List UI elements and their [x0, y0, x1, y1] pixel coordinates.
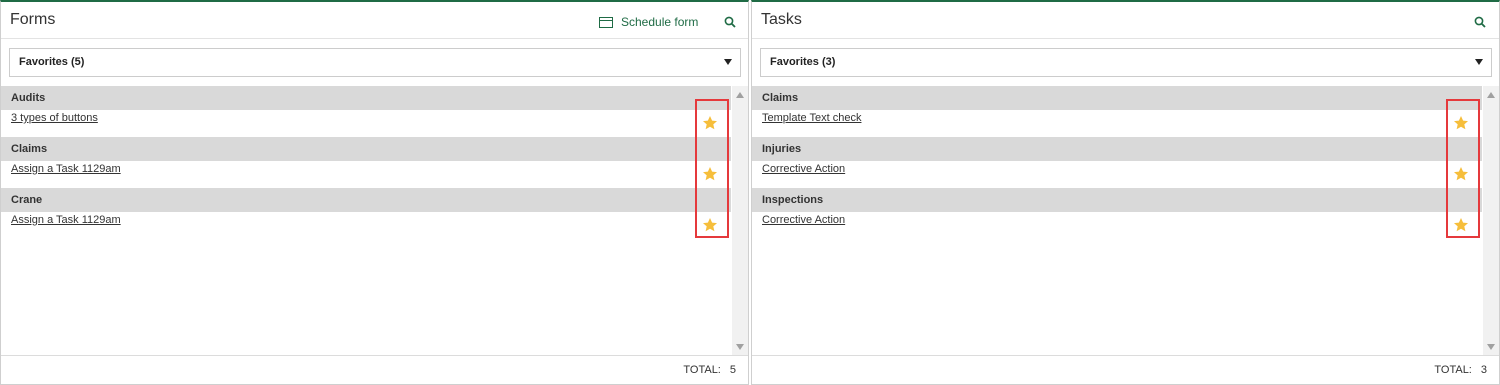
forms-scrollbar[interactable] [732, 86, 748, 356]
total-label: TOTAL: [1434, 364, 1472, 376]
schedule-form-label: Schedule form [621, 15, 699, 29]
tasks-panel-title: Tasks [761, 11, 802, 28]
tasks-footer: TOTAL: 3 [752, 355, 1499, 384]
scroll-up-icon[interactable] [1487, 92, 1495, 98]
forms-panel: Forms Schedule form Favorites (5) Audits… [0, 0, 749, 385]
search-icon[interactable] [724, 16, 736, 28]
tasks-list: Claims Template Text check Injuries Corr… [752, 86, 1499, 356]
item-link[interactable]: 3 types of buttons [11, 112, 98, 124]
forms-list: Audits 3 types of buttons Claims Assign … [1, 86, 748, 356]
scroll-up-icon[interactable] [736, 92, 744, 98]
tasks-panel: Tasks Favorites (3) Claims Template Text… [751, 0, 1500, 385]
forms-panel-header: Forms Schedule form [1, 2, 748, 39]
tasks-dropdown-label: Favorites (3) [770, 56, 836, 68]
group-header: Inspections [752, 188, 1482, 212]
caret-down-icon [1475, 59, 1483, 65]
schedule-form-button[interactable]: Schedule form [599, 15, 698, 29]
forms-dropdown-label: Favorites (5) [19, 56, 85, 68]
tasks-scrollbar[interactable] [1483, 86, 1499, 356]
star-icon[interactable] [1453, 115, 1469, 131]
caret-down-icon [724, 59, 732, 65]
forms-favorites-dropdown[interactable]: Favorites (5) [9, 48, 741, 77]
star-icon[interactable] [702, 115, 718, 131]
scroll-down-icon[interactable] [1487, 344, 1495, 350]
star-icon[interactable] [1453, 217, 1469, 233]
search-icon[interactable] [1474, 16, 1486, 28]
list-item: Assign a Task 1129am [1, 212, 731, 239]
list-item: Corrective Action [752, 161, 1482, 188]
group-header: Crane [1, 188, 731, 212]
group-header: Audits [1, 86, 731, 110]
tasks-total: TOTAL: 3 [1434, 364, 1487, 376]
calendar-icon [599, 17, 613, 28]
total-label: TOTAL: [683, 364, 721, 376]
list-item: 3 types of buttons [1, 110, 731, 137]
group-header: Claims [1, 137, 731, 161]
total-value: 3 [1480, 364, 1487, 376]
item-link[interactable]: Corrective Action [762, 163, 845, 175]
list-item: Assign a Task 1129am [1, 161, 731, 188]
item-link[interactable]: Template Text check [762, 112, 861, 124]
item-link[interactable]: Corrective Action [762, 214, 845, 226]
scroll-down-icon[interactable] [736, 344, 744, 350]
tasks-panel-header: Tasks [752, 2, 1499, 39]
group-header: Claims [752, 86, 1482, 110]
forms-panel-title: Forms [10, 11, 56, 28]
forms-footer: TOTAL: 5 [1, 355, 748, 384]
star-icon[interactable] [702, 217, 718, 233]
list-item: Template Text check [752, 110, 1482, 137]
tasks-favorites-dropdown[interactable]: Favorites (3) [760, 48, 1492, 77]
list-item: Corrective Action [752, 212, 1482, 239]
group-header: Injuries [752, 137, 1482, 161]
forms-total: TOTAL: 5 [683, 364, 736, 376]
item-link[interactable]: Assign a Task 1129am [11, 214, 121, 226]
star-icon[interactable] [702, 166, 718, 182]
star-icon[interactable] [1453, 166, 1469, 182]
total-value: 5 [729, 364, 736, 376]
item-link[interactable]: Assign a Task 1129am [11, 163, 121, 175]
